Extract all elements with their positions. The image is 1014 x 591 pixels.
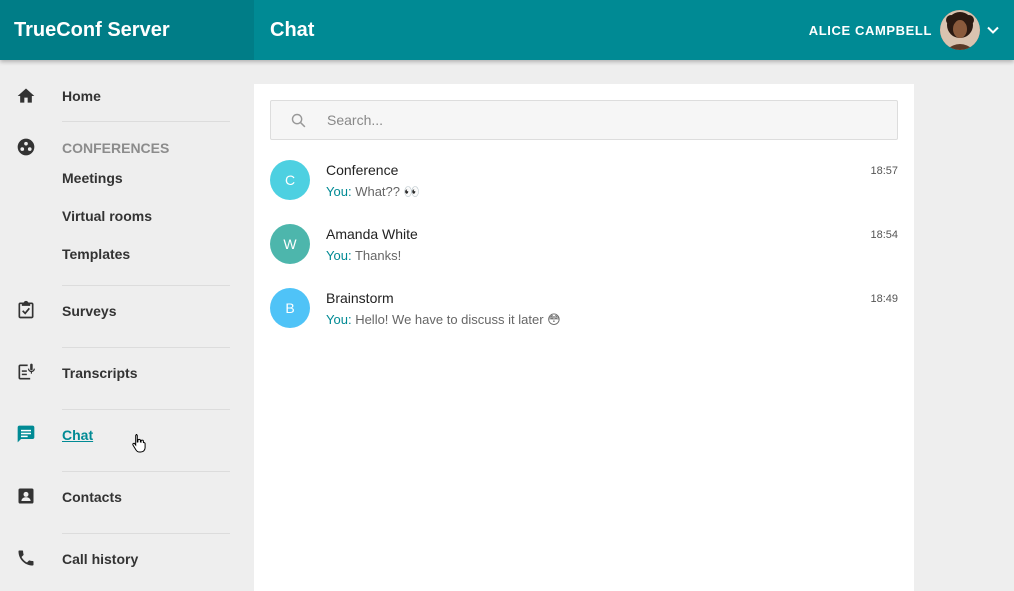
sidebar-item-label: Home [62, 88, 101, 104]
user-menu[interactable]: ALICE CAMPBELL [809, 10, 1014, 50]
avatar[interactable] [940, 10, 980, 50]
sidebar-item-meetings[interactable]: Meetings [62, 170, 123, 186]
sidebar-item-label: Surveys [62, 303, 117, 319]
sidebar-item-label: Transcripts [62, 365, 138, 381]
chat-avatar: W [270, 224, 310, 264]
conferences-icon [17, 138, 35, 156]
message-text: Thanks! [354, 248, 402, 263]
divider [62, 121, 230, 122]
message-text: What?? 👀 [355, 184, 420, 199]
message-text: Hello! We have to discuss it later 😳 [355, 312, 561, 327]
sidebar-item-surveys[interactable]: Surveys [0, 299, 254, 323]
transcript-icon [18, 363, 35, 380]
divider [62, 409, 230, 410]
sidebar-item-home[interactable]: Home [0, 84, 254, 108]
you-label: You: [326, 312, 352, 327]
sidebar-item-conferences[interactable]: CONFERENCES [0, 136, 254, 160]
sidebar: Home CONFERENCES Meetings Virtual rooms … [0, 60, 254, 591]
chat-last-message: You: Hello! We have to discuss it later … [326, 312, 561, 328]
sidebar-item-label: Call history [62, 551, 139, 567]
sidebar-item-transcripts[interactable]: Transcripts [0, 361, 254, 385]
avatar-image [940, 10, 980, 50]
sidebar-item-call-history[interactable]: Call history [0, 547, 254, 571]
chat-name: Conference [326, 162, 399, 178]
chat-name: Brainstorm [326, 290, 394, 306]
chat-name: Amanda White [326, 226, 418, 242]
sidebar-item-label: Contacts [62, 489, 122, 505]
sidebar-item-virtual-rooms[interactable]: Virtual rooms [62, 208, 152, 224]
divider [62, 471, 230, 472]
chat-last-message: You: What?? 👀 [326, 184, 420, 200]
chat-list-item[interactable]: C Conference You: What?? 👀 18:57 [270, 154, 898, 206]
divider [62, 533, 230, 534]
chat-last-message: You: Thanks! [326, 248, 401, 263]
chat-icon [17, 425, 35, 443]
chat-list-item[interactable]: W Amanda White You: Thanks! 18:54 [270, 218, 898, 270]
hand-cursor-icon [132, 434, 146, 453]
chat-avatar: B [270, 288, 310, 328]
you-label: You: [326, 184, 352, 199]
top-bar: TrueConf Server Chat ALICE CAMPBELL [0, 0, 1014, 60]
chat-avatar: C [270, 160, 310, 200]
home-icon [17, 88, 35, 103]
brand-title[interactable]: TrueConf Server [0, 0, 254, 60]
phone-icon [18, 550, 34, 566]
user-name: ALICE CAMPBELL [808, 22, 932, 38]
sidebar-item-chat[interactable]: Chat [0, 423, 254, 447]
chat-time: 18:57 [870, 165, 898, 177]
sidebar-item-contacts[interactable]: Contacts [0, 485, 254, 509]
chevron-down-icon[interactable] [986, 23, 1000, 37]
sidebar-item-label: CONFERENCES [62, 140, 170, 156]
chat-list-panel: C Conference You: What?? 👀 18:57 W Amand… [254, 84, 914, 591]
chat-list-item[interactable]: B Brainstorm You: Hello! We have to disc… [270, 282, 898, 334]
sidebar-item-templates[interactable]: Templates [62, 246, 130, 262]
search-box[interactable] [270, 100, 898, 140]
search-input[interactable] [327, 101, 887, 139]
sidebar-item-label: Chat [62, 427, 94, 443]
divider [62, 347, 230, 348]
chat-time: 18:54 [870, 229, 898, 241]
chat-time: 18:49 [870, 293, 898, 305]
contact-card-icon [18, 488, 34, 504]
page-title: Chat [270, 18, 315, 41]
divider [62, 285, 230, 286]
clipboard-check-icon [18, 300, 34, 319]
you-label: You: [326, 248, 352, 263]
search-icon [291, 113, 306, 128]
